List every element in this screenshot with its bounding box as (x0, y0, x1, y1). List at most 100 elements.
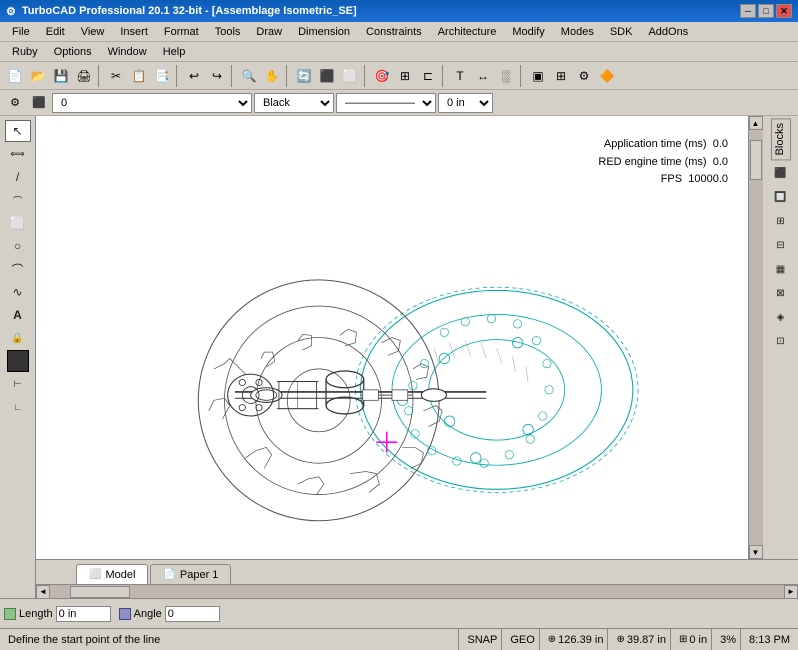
print-button[interactable]: 🖨 (73, 65, 95, 87)
menu-modes[interactable]: Modes (553, 24, 602, 40)
menu-help[interactable]: Help (155, 44, 194, 60)
fill-color-btn[interactable] (7, 350, 29, 372)
length-input[interactable] (56, 606, 111, 622)
drawing-canvas[interactable]: Application time (ms) 0.0 RED engine tim… (36, 116, 748, 559)
snap-section[interactable]: SNAP (463, 629, 502, 650)
properties-button[interactable]: ⚙ (573, 65, 595, 87)
angle-tool[interactable]: ∟ (5, 396, 31, 418)
render-button[interactable]: 🔶 (596, 65, 618, 87)
blocks-label[interactable]: Blocks (771, 118, 791, 160)
circle-tool[interactable]: ○ (5, 235, 31, 257)
text-tool[interactable]: A (5, 304, 31, 326)
rp-btn3[interactable]: ⊞ (768, 210, 794, 232)
menu-modify[interactable]: Modify (504, 24, 552, 40)
rp-btn1[interactable]: ⬛ (768, 162, 794, 184)
menu-constraints[interactable]: Constraints (358, 24, 430, 40)
line-tool[interactable]: / (5, 166, 31, 188)
block-button[interactable]: ▣ (527, 65, 549, 87)
angle-input[interactable] (165, 606, 220, 622)
tab-paper1[interactable]: 📄 Paper 1 (150, 564, 231, 584)
dim-tool[interactable]: ⊢ (5, 373, 31, 395)
rect-tool[interactable]: ⬜ (5, 212, 31, 234)
rp-btn4[interactable]: ⊟ (768, 234, 794, 256)
menu-bar2: Ruby Options Window Help (0, 42, 798, 62)
right-panel: Blocks ⬛ 🔲 ⊞ ⊟ ▦ ⊠ ◈ ⊡ (762, 116, 798, 559)
hscroll-thumb[interactable] (70, 586, 130, 598)
lock-tool[interactable]: 🔒 (5, 327, 31, 349)
menu-dimension[interactable]: Dimension (290, 24, 358, 40)
spline-tool[interactable]: ∿ (5, 281, 31, 303)
fill-button[interactable]: ⬜ (339, 65, 361, 87)
menu-sdk[interactable]: SDK (602, 24, 641, 40)
menu-insert[interactable]: Insert (112, 24, 156, 40)
menu-view[interactable]: View (73, 24, 113, 40)
menu-ruby[interactable]: Ruby (4, 44, 46, 60)
scroll-right-button[interactable]: ► (784, 585, 798, 599)
tab-model[interactable]: ⬜ Model (76, 564, 148, 584)
layer-button[interactable]: ⬛ (316, 65, 338, 87)
rp-btn7[interactable]: ◈ (768, 306, 794, 328)
angle-group: Angle (119, 606, 220, 622)
status-bar: Define the start point of the line SNAP … (0, 628, 798, 650)
linewidth-dropdown[interactable]: 0 in (438, 93, 493, 113)
geo-label: GEO (510, 634, 534, 646)
menu-file[interactable]: File (4, 24, 38, 40)
snap-button[interactable]: 🎯 (371, 65, 393, 87)
pan-button[interactable]: ✋ (261, 65, 283, 87)
menu-tools[interactable]: Tools (207, 24, 249, 40)
z-coord-section: ⊞ 0 in (675, 629, 712, 650)
length-icon (4, 608, 16, 620)
rp-btn2[interactable]: 🔲 (768, 186, 794, 208)
rp-btn6[interactable]: ⊠ (768, 282, 794, 304)
menu-format[interactable]: Format (156, 24, 207, 40)
menu-draw[interactable]: Draw (248, 24, 290, 40)
scroll-track[interactable] (749, 130, 763, 545)
undo-button[interactable]: ↩ (183, 65, 205, 87)
rotate-button[interactable]: 🔄 (293, 65, 315, 87)
menu-architecture[interactable]: Architecture (430, 24, 505, 40)
polyline-tool[interactable]: ⌒ (5, 189, 31, 211)
menu-window[interactable]: Window (100, 44, 155, 60)
rp-btn8[interactable]: ⊡ (768, 330, 794, 352)
scroll-left-button[interactable]: ◄ (36, 585, 50, 599)
zoom-button[interactable]: 🔍 (238, 65, 260, 87)
dim-button[interactable]: ↔ (472, 65, 494, 87)
open-button[interactable]: 📂 (27, 65, 49, 87)
hscroll-track[interactable] (50, 585, 784, 599)
arc-tool[interactable]: ⌒ (5, 258, 31, 280)
scroll-up-button[interactable]: ▲ (749, 116, 763, 130)
menu-edit[interactable]: Edit (38, 24, 73, 40)
cad-svg (36, 116, 748, 559)
menu-options[interactable]: Options (46, 44, 100, 60)
select-tool[interactable]: ↖ (5, 120, 31, 142)
y-value: 39.87 in (627, 634, 666, 646)
redo-button[interactable]: ↪ (206, 65, 228, 87)
text-button[interactable]: T (449, 65, 471, 87)
grid-button[interactable]: ⊞ (394, 65, 416, 87)
copy-button[interactable]: 📋 (128, 65, 150, 87)
minimize-button[interactable]: ─ (740, 4, 756, 18)
close-button[interactable]: ✕ (776, 4, 792, 18)
ortho-button[interactable]: ⊏ (417, 65, 439, 87)
move-tool[interactable]: ⟺ (5, 143, 31, 165)
color-dropdown[interactable]: Black (254, 93, 334, 113)
status-message: Define the start point of the line (8, 634, 160, 646)
linetype-dropdown[interactable]: ———————— (336, 93, 436, 113)
layer-dropdown[interactable]: 0 (52, 93, 252, 113)
save-button[interactable]: 💾 (50, 65, 72, 87)
hatch-button[interactable]: ░ (495, 65, 517, 87)
insert-block-button[interactable]: ⊞ (550, 65, 572, 87)
geo-section[interactable]: GEO (506, 629, 539, 650)
model-icon: ⬜ (89, 569, 101, 580)
paste-button[interactable]: 📑 (151, 65, 173, 87)
angle-icon (119, 608, 131, 620)
cut-button[interactable]: ✂ (105, 65, 127, 87)
menu-addons[interactable]: AddOns (640, 24, 696, 40)
maximize-button[interactable]: □ (758, 4, 774, 18)
new-button[interactable]: 📄 (4, 65, 26, 87)
rp-btn5[interactable]: ▦ (768, 258, 794, 280)
scroll-thumb[interactable] (750, 140, 762, 180)
settings-button[interactable]: ⚙ (4, 93, 26, 113)
angle-label: Angle (134, 608, 162, 620)
scroll-down-button[interactable]: ▼ (749, 545, 763, 559)
